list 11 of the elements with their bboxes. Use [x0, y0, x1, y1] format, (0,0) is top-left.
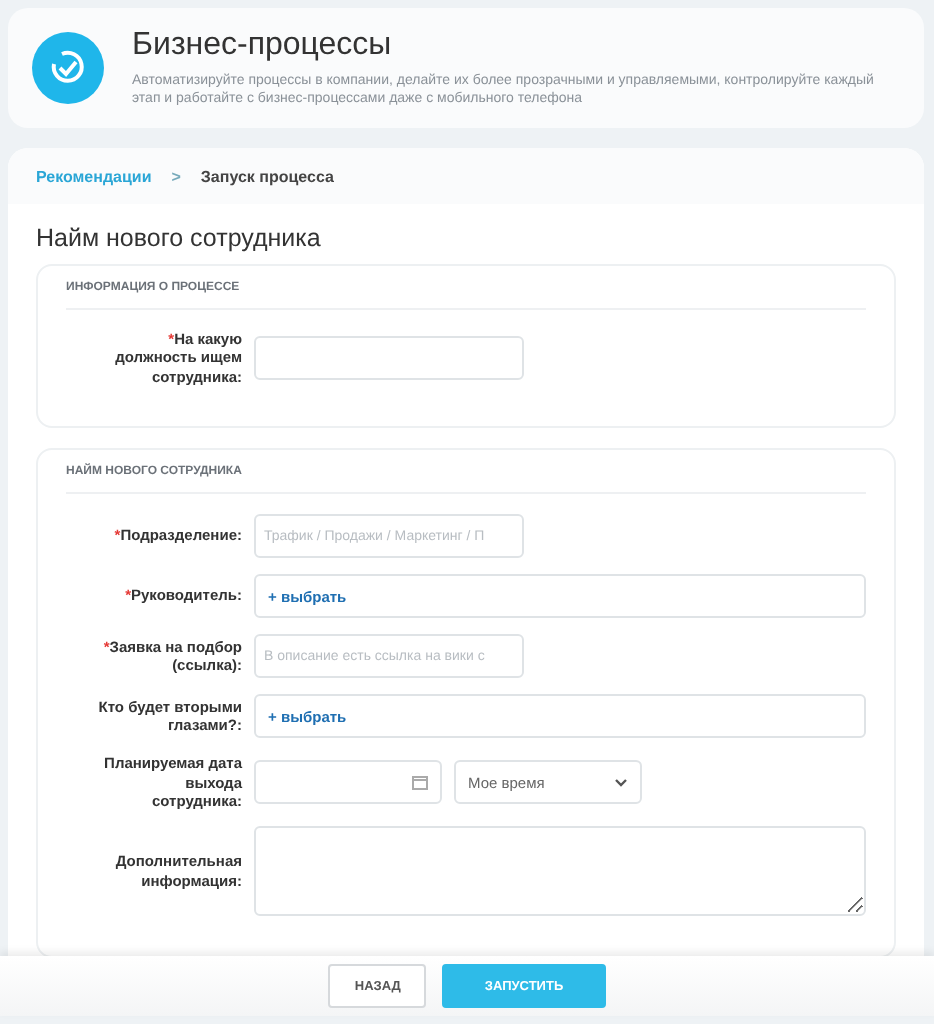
chevron-down-icon — [614, 777, 628, 788]
calendar-icon — [412, 774, 428, 791]
page-header-title: Бизнес-процессы — [132, 27, 394, 64]
textarea-field[interactable] — [254, 826, 866, 917]
breadcrumb-separator: > — [171, 167, 181, 185]
form-title: Найм нового сотрудника — [34, 222, 323, 256]
breadcrumb-current: Запуск процесса — [200, 167, 334, 185]
logo-icon — [32, 32, 104, 104]
input-field[interactable] — [254, 336, 524, 381]
date-field[interactable] — [254, 760, 442, 805]
breadcrumb-link[interactable]: Рекомендации — [36, 167, 152, 185]
